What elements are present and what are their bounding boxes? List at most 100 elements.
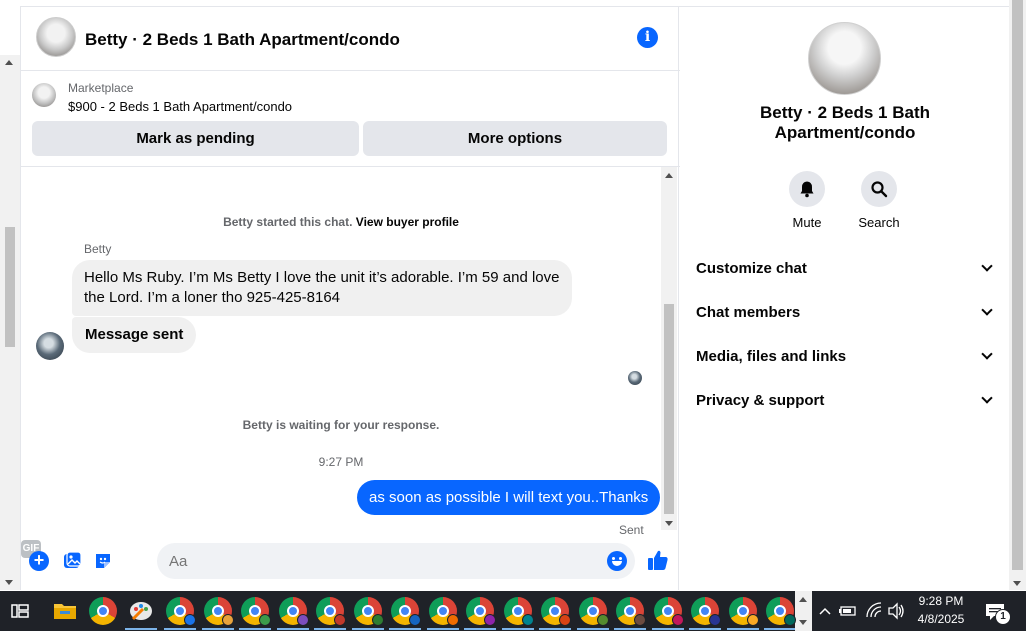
active-indicator xyxy=(164,628,196,630)
chrome-profile-icon[interactable] xyxy=(576,597,609,630)
chrome-profile-icon[interactable] xyxy=(314,597,346,630)
chrome-profile-icon[interactable] xyxy=(614,597,646,630)
active-indicator xyxy=(764,628,796,630)
view-buyer-profile-link[interactable]: View buyer profile xyxy=(356,215,459,229)
file-explorer-icon[interactable] xyxy=(51,597,79,625)
scroll-down-arrow[interactable] xyxy=(799,620,807,625)
privacy-support-row[interactable]: Privacy & support xyxy=(696,385,996,415)
active-indicator xyxy=(576,628,609,630)
chrome-profile-icon[interactable] xyxy=(726,597,759,630)
paint-app-icon[interactable] xyxy=(125,597,157,630)
page-scrollbar[interactable] xyxy=(0,55,20,590)
profile-badge xyxy=(259,614,271,626)
scrollbar-thumb[interactable] xyxy=(1012,0,1023,570)
battery-icon[interactable] xyxy=(838,597,858,625)
chevron-down-icon xyxy=(981,392,993,404)
plus-icon[interactable]: + xyxy=(29,551,49,571)
chrome-icon[interactable] xyxy=(89,597,117,625)
active-indicator xyxy=(426,628,459,630)
customize-chat-row[interactable]: Customize chat xyxy=(696,253,996,283)
clock-date[interactable]: 4/8/2025 xyxy=(908,612,974,626)
bell-icon xyxy=(789,171,825,207)
active-indicator xyxy=(389,628,421,630)
top-divider xyxy=(20,0,1010,7)
chevron-down-icon xyxy=(981,304,993,316)
volume-icon[interactable] xyxy=(886,597,906,625)
active-indicator xyxy=(539,628,571,630)
info-icon[interactable]: i xyxy=(637,27,658,48)
seen-indicator-avatar xyxy=(628,371,642,385)
chat-title[interactable]: Betty · 2 Beds 1 Bath Apartment/condo xyxy=(85,30,400,50)
mute-button[interactable]: Mute xyxy=(777,171,837,230)
search-label: Search xyxy=(858,215,900,230)
chat-members-row[interactable]: Chat members xyxy=(696,297,996,327)
message-input[interactable] xyxy=(157,543,635,579)
outgoing-message[interactable]: as soon as possible I will text you..Tha… xyxy=(357,480,661,515)
chrome-profile-icon[interactable] xyxy=(539,597,571,630)
incoming-message[interactable]: Hello Ms Ruby. I’m Ms Betty I love the u… xyxy=(72,260,572,316)
chrome-profile-icon[interactable] xyxy=(276,597,309,630)
scrollbar-thumb[interactable] xyxy=(664,304,674,514)
chat-avatar[interactable] xyxy=(36,17,76,57)
thumbs-up-icon[interactable] xyxy=(647,549,669,571)
chevron-down-icon xyxy=(981,348,993,360)
chrome-profile-icon[interactable] xyxy=(201,597,234,630)
scroll-down-arrow[interactable] xyxy=(665,521,673,526)
active-indicator xyxy=(464,628,496,630)
notification-icon[interactable]: 1 xyxy=(983,597,1011,625)
chrome-profile-icon[interactable] xyxy=(389,597,421,630)
waiting-notice: Betty is waiting for your response. xyxy=(242,418,440,432)
chrome-profile-icon[interactable] xyxy=(651,597,684,630)
info-avatar[interactable] xyxy=(808,22,881,95)
profile-badge xyxy=(221,614,234,626)
chevron-up-icon[interactable] xyxy=(818,597,832,625)
scrollbar-thumb[interactable] xyxy=(5,227,15,347)
more-options-button[interactable]: More options xyxy=(363,121,667,156)
chrome-profile-icon[interactable] xyxy=(351,597,384,630)
listing-thumbnail[interactable] xyxy=(32,83,56,107)
chrome-profile-icon[interactable] xyxy=(764,597,796,630)
window-scrollbar[interactable] xyxy=(1009,0,1026,590)
profile-badge xyxy=(784,614,796,626)
profile-badge xyxy=(184,614,196,626)
profile-badge xyxy=(409,614,421,626)
mark-as-pending-button[interactable]: Mark as pending xyxy=(32,121,359,156)
search-icon xyxy=(861,171,897,207)
chrome-profile-icon[interactable] xyxy=(239,597,271,630)
message-composer: + GIF xyxy=(21,540,680,584)
active-indicator xyxy=(239,628,271,630)
scroll-down-arrow[interactable] xyxy=(5,580,13,585)
task-view-icon[interactable] xyxy=(8,597,32,625)
wifi-icon[interactable] xyxy=(864,597,884,625)
chrome-profile-icon[interactable] xyxy=(464,597,496,630)
taskbar-scroller[interactable] xyxy=(795,591,812,631)
active-indicator xyxy=(201,628,234,630)
sticker-icon[interactable] xyxy=(93,551,113,571)
chat-started-notice: Betty started this chat. View buyer prof… xyxy=(223,215,459,229)
scroll-up-arrow[interactable] xyxy=(665,173,673,178)
chat-header: Betty · 2 Beds 1 Bath Apartment/condo i xyxy=(21,7,680,71)
listing-title[interactable]: $900 - 2 Beds 1 Bath Apartment/condo xyxy=(68,99,292,114)
profile-badge xyxy=(296,614,309,626)
chrome-profile-icon[interactable] xyxy=(689,597,721,630)
message-list: Betty started this chat. View buyer prof… xyxy=(21,167,661,537)
scroll-up-arrow[interactable] xyxy=(799,597,807,602)
emoji-icon[interactable] xyxy=(607,551,627,571)
sender-avatar[interactable] xyxy=(36,332,64,360)
profile-badge xyxy=(371,614,384,626)
scroll-down-arrow[interactable] xyxy=(1013,581,1021,586)
active-indicator xyxy=(501,628,534,630)
chrome-profile-icon[interactable] xyxy=(426,597,459,630)
incoming-message[interactable]: Message sent xyxy=(72,317,197,353)
search-button[interactable]: Search xyxy=(849,171,909,230)
scroll-up-arrow[interactable] xyxy=(5,60,13,65)
chrome-profile-icon[interactable] xyxy=(164,597,196,630)
marketplace-label: Marketplace xyxy=(68,81,134,95)
media-files-links-row[interactable]: Media, files and links xyxy=(696,341,996,371)
profile-badge xyxy=(559,614,571,626)
active-indicator xyxy=(314,628,346,630)
clock-time[interactable]: 9:28 PM xyxy=(908,594,974,608)
messages-scrollbar[interactable] xyxy=(661,167,677,530)
chrome-profile-icon[interactable] xyxy=(501,597,534,630)
gallery-icon[interactable] xyxy=(62,551,82,571)
